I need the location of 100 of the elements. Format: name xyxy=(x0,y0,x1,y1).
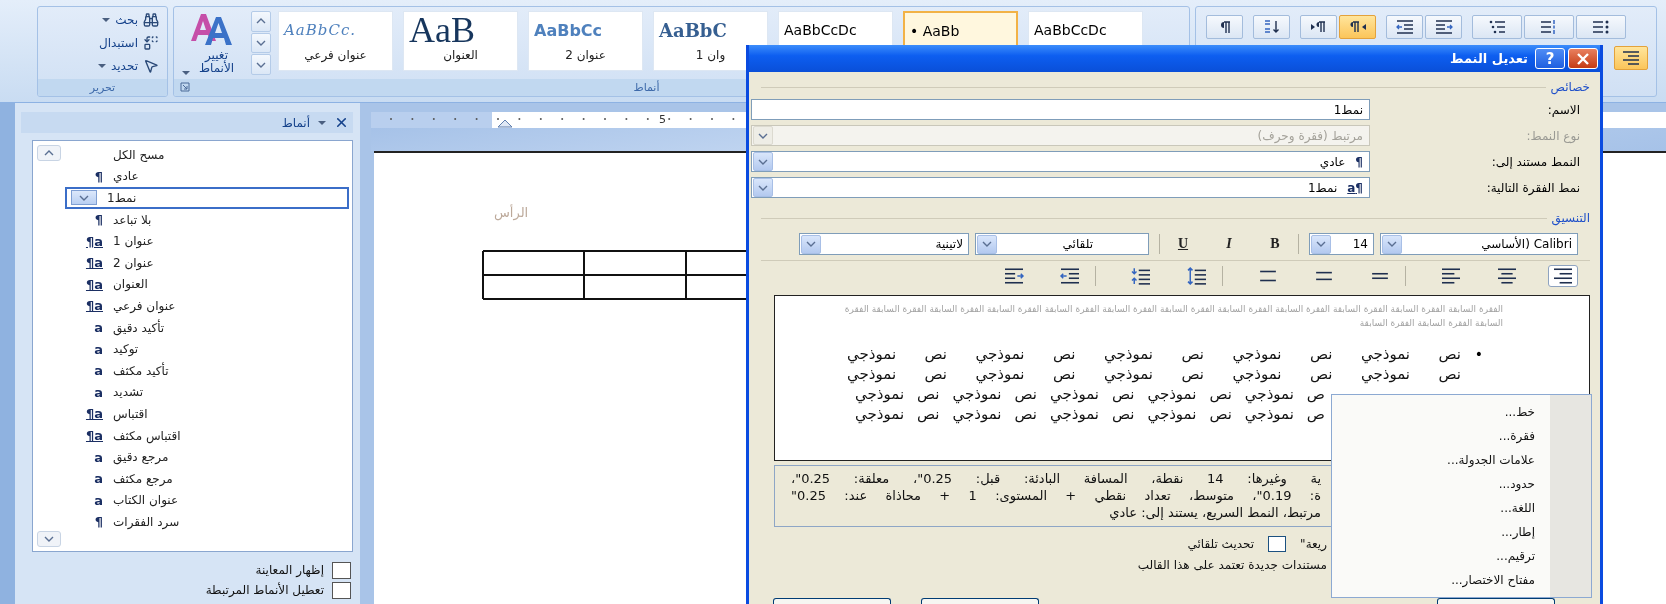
style-name: عنوان الكتاب xyxy=(113,493,179,508)
style-list-item[interactable]: ¶ عادي xyxy=(65,165,349,188)
style-type-mark: a xyxy=(93,471,103,487)
style-name: توكيد xyxy=(113,342,139,357)
paragraph-tool-button[interactable] xyxy=(1524,15,1574,39)
close-icon[interactable] xyxy=(334,115,349,130)
ribbon-command[interactable]: بحث xyxy=(100,11,161,30)
style-type-mark: a xyxy=(93,384,103,400)
caret-down-icon xyxy=(758,158,768,165)
paragraph-tool-button[interactable] xyxy=(1472,15,1522,39)
pane-title: أنماط xyxy=(281,115,310,130)
dropdown-button[interactable] xyxy=(71,190,97,206)
checkbox[interactable] xyxy=(332,561,351,579)
paragraph-tool-button[interactable] xyxy=(1386,15,1423,39)
caret-up-icon xyxy=(256,18,266,25)
style-preview: • AaBb xyxy=(909,22,961,41)
paragraph-tool-button[interactable] xyxy=(1300,15,1337,39)
style-list-item[interactable]: مسح الكل xyxy=(65,144,349,166)
caret-down-icon xyxy=(44,536,54,542)
paragraph-tool-button[interactable] xyxy=(1576,15,1626,39)
checkbox[interactable] xyxy=(1268,536,1287,552)
binoculars-icon xyxy=(143,12,159,29)
dialog-button[interactable] xyxy=(773,598,891,604)
checkbox-label: إظهار المعاينة xyxy=(255,563,324,577)
ribbon-command[interactable]: استبدال xyxy=(97,34,161,52)
menu-item[interactable]: علامات الجدولة... xyxy=(1332,448,1591,472)
field-value: 14 xyxy=(1352,237,1368,251)
menu-item[interactable]: اللغة... xyxy=(1332,496,1591,520)
style-preview: AaBbCcDc xyxy=(783,21,858,40)
paragraph-tool-button[interactable] xyxy=(1339,15,1376,39)
space-increase-icon xyxy=(1185,267,1209,285)
paragraph-tool-button[interactable] xyxy=(1206,15,1243,39)
close-button[interactable] xyxy=(1568,48,1598,69)
underline-button[interactable]: U xyxy=(1170,233,1196,255)
field-label: النمط مستند إلى: xyxy=(1490,154,1581,169)
style-preview: AaBbCc xyxy=(533,19,604,42)
dialog-button[interactable] xyxy=(921,598,1039,604)
field-label: نوع النمط: xyxy=(1525,128,1581,143)
style-list-item[interactable]: ¶ بلا تباعد xyxy=(65,208,349,231)
style-type-mark: ¶a xyxy=(84,276,103,292)
menu-item[interactable]: إطار... xyxy=(1332,520,1591,544)
paragraph-format-button[interactable] xyxy=(1548,265,1578,287)
caret-up-icon xyxy=(44,150,54,156)
menu-item[interactable]: فقرة... xyxy=(1332,424,1591,448)
size-dropdown[interactable]: 14 xyxy=(1309,233,1374,255)
paragraph-tool-button[interactable] xyxy=(1425,15,1462,39)
style-name: تشديد xyxy=(113,385,143,400)
style-preview: AaBbC xyxy=(658,18,728,43)
style-type-mark: ¶ xyxy=(93,212,103,228)
style-name: تأكيد دقيق xyxy=(113,320,165,335)
change-styles-button[interactable]: تغيير الأنماط xyxy=(174,7,248,79)
sample-text-line: نص نموذجي نص نموذجي نص نموذجي نص نموذجي نص نموذجي xyxy=(847,365,1461,383)
menu-item[interactable]: مفتاح الاختصار... xyxy=(1332,568,1591,592)
previous-paragraph-text: الفقرة السابقة الفقرة السابقة الفقرة السابقة الفقرة السابقة الفقرة السابقة الفقرة السابقة الفقرة السابقة الفقرة السابقة الفقرة السابقة الفقرة السابقة الفقرة السابقة الفقرة السابقة الفقرة السابقة الفقرة السابقة xyxy=(843,303,1503,330)
bold-button[interactable]: B xyxy=(1262,233,1288,255)
header-text: الرأس xyxy=(494,205,529,220)
style-name: اقتباس مكثف xyxy=(113,428,181,443)
dropdown-field[interactable]: ¶ عادي xyxy=(751,151,1370,172)
dialog-launcher-icon[interactable] xyxy=(180,82,190,92)
sample-text-line: ص نموذجي نص نموذجي نص نموذجي نص نموذجي نص نموذجي xyxy=(855,385,1325,403)
style-type-mark: ¶a xyxy=(1347,180,1363,195)
help-button[interactable]: ? xyxy=(1535,48,1565,69)
style-type-mark: a xyxy=(93,341,103,357)
style-name: سرد الفقرات xyxy=(113,514,180,529)
style-list-item[interactable]: ¶ سرد الفقرات xyxy=(65,511,349,533)
checkbox-label: تحديث تلقائي xyxy=(1187,537,1255,551)
style-name: تأكيد مكثف xyxy=(113,363,169,378)
dialog-button[interactable] xyxy=(1437,598,1555,604)
style-type-mark: ¶a xyxy=(84,233,103,249)
font-dropdown[interactable]: Calibri (الأساسي xyxy=(1380,233,1578,255)
caret-down-icon xyxy=(806,241,816,247)
sample-text-line: نص نموذجي نص نموذجي نص نموذجي نص نموذجي نص نموذجي xyxy=(847,345,1461,363)
paragraph-tool-button[interactable] xyxy=(1253,15,1290,39)
menu-item[interactable]: خط... xyxy=(1332,400,1591,424)
field-label: نمط الفقرة التالية: xyxy=(1485,180,1581,195)
style-list-item[interactable]: نمط1 xyxy=(65,187,349,209)
checkbox[interactable] xyxy=(332,581,351,599)
caret-icon[interactable] xyxy=(318,120,326,125)
color-dropdown[interactable]: تلقائي xyxy=(975,233,1149,255)
description-text: مرتبط، النمط السريع، يستند إلى: عادي xyxy=(1109,504,1321,521)
style-name: مسح الكل xyxy=(113,147,165,162)
caret-down-icon xyxy=(256,40,266,46)
input-field[interactable]: نمط1 xyxy=(751,99,1370,120)
paragraph-tool-button[interactable] xyxy=(1614,46,1648,70)
style-type-mark: ¶ xyxy=(93,514,103,530)
menu-item[interactable]: حدود... xyxy=(1332,472,1591,496)
style-type-mark: ¶a xyxy=(84,428,103,443)
script-dropdown[interactable]: لاتينية xyxy=(799,233,969,255)
style-type-mark: a xyxy=(93,449,103,465)
space-decrease-icon xyxy=(1129,267,1153,285)
style-name: عنوان فرعي xyxy=(113,298,176,313)
multilevel-icon xyxy=(1487,19,1507,35)
field-value: تلقائي xyxy=(1062,237,1093,251)
italic-button[interactable]: I xyxy=(1216,233,1242,255)
ribbon-command[interactable]: تحديد xyxy=(95,56,161,75)
scroll-down-button[interactable] xyxy=(37,531,61,547)
style-name: عادي xyxy=(113,169,139,184)
style-type-mark: a xyxy=(93,320,103,336)
ruler-number: 5 xyxy=(659,113,666,126)
menu-item[interactable]: ترقيم... xyxy=(1332,544,1591,568)
